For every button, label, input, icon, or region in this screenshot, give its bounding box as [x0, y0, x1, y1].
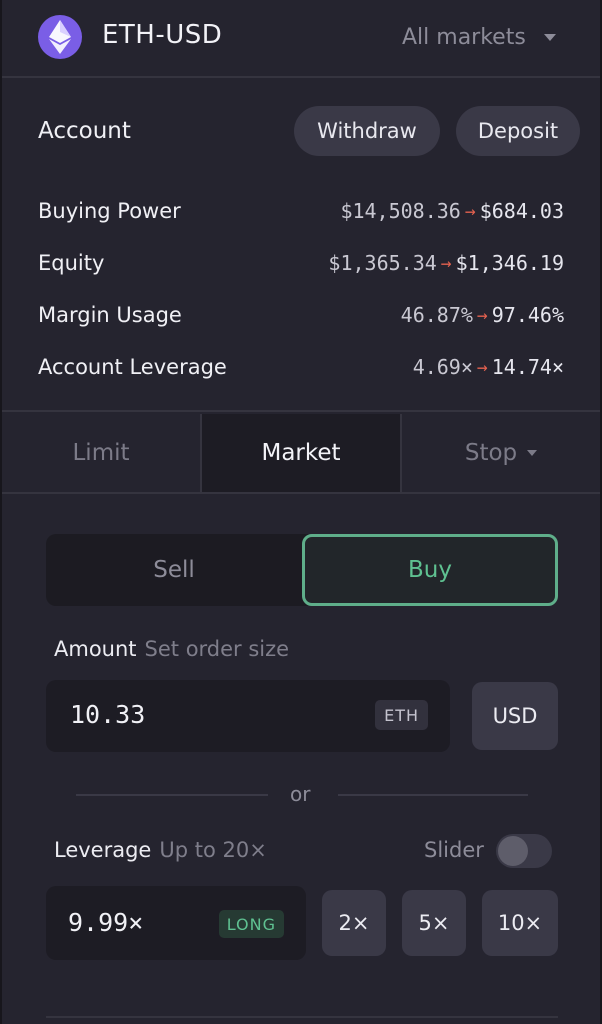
row-label: Margin Usage [38, 303, 182, 327]
projected-value: 14.74× [491, 355, 564, 379]
order-type-tabs: Limit Market Stop [2, 414, 600, 494]
slider-label: Slider [424, 838, 484, 862]
divider-line [338, 794, 528, 796]
amount-value: 10.33 [70, 700, 146, 729]
chevron-down-icon [543, 33, 556, 41]
sell-button[interactable]: Sell [46, 534, 302, 606]
or-text: or [290, 782, 311, 806]
market-name: ETH-USD [102, 20, 223, 50]
amount-hint: Set order size [144, 637, 290, 661]
divider-line [46, 1016, 558, 1018]
row-label: Equity [38, 251, 105, 275]
arrow-right-icon: → [440, 252, 452, 274]
tab-market[interactable]: Market [200, 414, 402, 492]
withdraw-button[interactable]: Withdraw [294, 106, 440, 156]
leverage-hint: Up to 20× [159, 838, 267, 862]
chevron-down-icon [527, 450, 538, 456]
current-value: $1,365.34 [328, 251, 437, 275]
current-value: 4.69× [412, 355, 473, 379]
usd-toggle-button[interactable]: USD [472, 682, 558, 750]
side-toggle: Sell Buy [46, 534, 558, 606]
leverage-2x-button[interactable]: 2× [322, 890, 386, 956]
leverage-value: 9.99× [68, 908, 144, 937]
account-title: Account [38, 118, 131, 144]
amount-field[interactable]: 10.33 ETH [46, 680, 450, 752]
tab-label: Stop [464, 440, 518, 466]
amount-title: Amount [54, 637, 137, 661]
tab-stop[interactable]: Stop [402, 414, 600, 492]
leverage-title: Leverage [54, 838, 152, 862]
tab-limit[interactable]: Limit [2, 414, 200, 492]
arrow-right-icon: → [476, 304, 488, 326]
account-section: Account Withdraw Deposit Buying Power $1… [2, 80, 600, 412]
leverage-label: Leverage Up to 20× [54, 838, 267, 862]
slider-toggle[interactable] [496, 834, 552, 868]
market-header: ETH-USD All markets [2, 0, 600, 78]
row-label: Buying Power [38, 199, 181, 223]
arrow-right-icon: → [464, 200, 476, 222]
current-value: 46.87% [400, 303, 473, 327]
leverage-10x-button[interactable]: 10× [482, 890, 558, 956]
divider-line [76, 794, 268, 796]
projected-value: $1,346.19 [455, 251, 564, 275]
equity-row: Equity $1,365.34 → $1,346.19 [38, 248, 564, 278]
tab-label: Market [261, 440, 341, 466]
deposit-button[interactable]: Deposit [456, 106, 580, 156]
current-value: $14,508.36 [340, 199, 461, 223]
projected-value: $684.03 [479, 199, 564, 223]
row-label: Account Leverage [38, 355, 227, 379]
row-value: 46.87% → 97.46% [401, 303, 564, 327]
ethereum-logo-icon [38, 15, 82, 59]
leverage-5x-button[interactable]: 5× [402, 890, 466, 956]
leverage-field[interactable]: 9.99× LONG [46, 886, 306, 960]
unit-badge: ETH [375, 700, 428, 730]
all-markets-dropdown[interactable]: All markets [402, 22, 572, 52]
buy-button[interactable]: Buy [302, 534, 558, 606]
margin-usage-row: Margin Usage 46.87% → 97.46% [38, 300, 564, 330]
all-markets-label: All markets [402, 24, 526, 50]
row-value: $14,508.36 → $684.03 [340, 199, 564, 223]
row-value: $1,365.34 → $1,346.19 [328, 251, 564, 275]
projected-value: 97.46% [491, 303, 564, 327]
account-leverage-row: Account Leverage 4.69× → 14.74× [38, 352, 564, 382]
toggle-knob [498, 836, 528, 866]
trade-panel: ETH-USD All markets Account Withdraw Dep… [0, 0, 602, 1024]
arrow-right-icon: → [476, 356, 488, 378]
amount-label: Amount Set order size [54, 637, 289, 661]
long-badge: LONG [218, 910, 284, 938]
row-value: 4.69× → 14.74× [413, 355, 564, 379]
tab-label: Limit [72, 440, 130, 466]
buying-power-row: Buying Power $14,508.36 → $684.03 [38, 196, 564, 226]
